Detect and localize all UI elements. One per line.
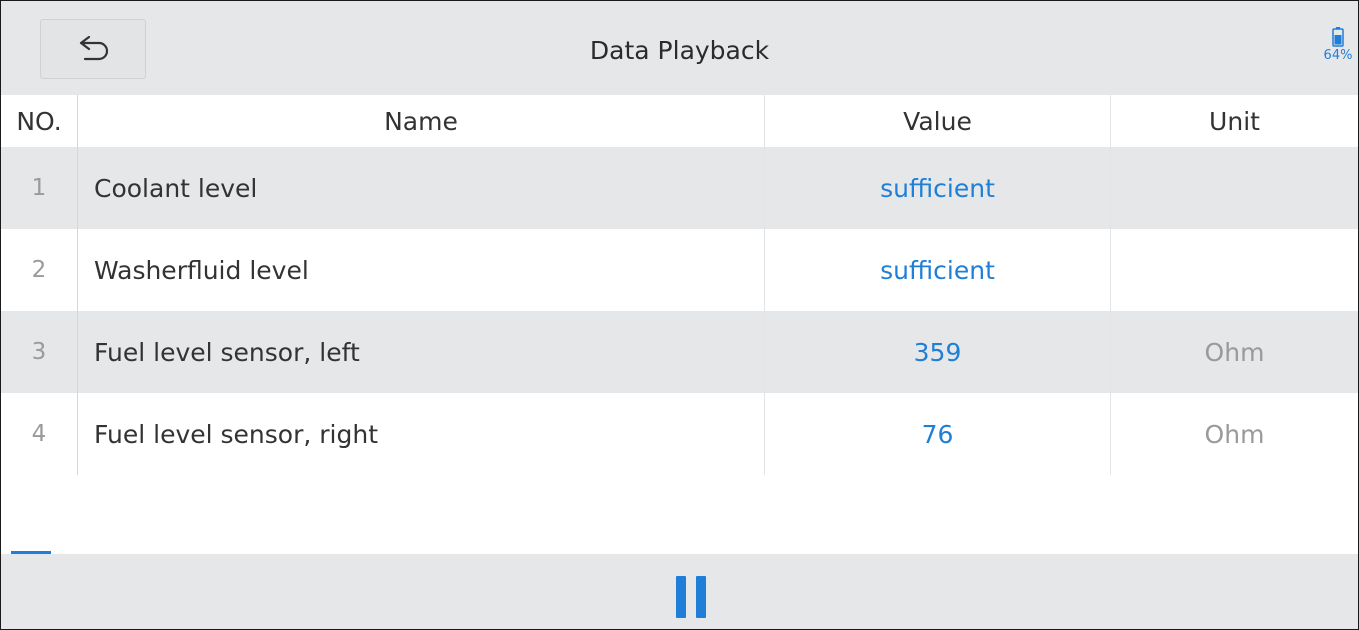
table-header: NO. Name Value Unit bbox=[1, 95, 1358, 147]
table-row[interactable]: 4 Fuel level sensor, right 76 Ohm bbox=[1, 393, 1358, 475]
column-header-name: Name bbox=[77, 95, 764, 147]
row-unit: Ohm bbox=[1110, 393, 1358, 475]
row-number: 3 bbox=[31, 339, 47, 365]
page-title: Data Playback bbox=[589, 36, 770, 65]
table-row[interactable]: 3 Fuel level sensor, left 359 Ohm bbox=[1, 311, 1358, 393]
table-row[interactable]: 1 Coolant level sufficient bbox=[1, 147, 1358, 229]
back-arrow-icon bbox=[79, 36, 109, 61]
playback-controls-bar bbox=[1, 554, 1358, 629]
title-bar: Data Playback 64% bbox=[1, 1, 1358, 95]
row-name: Fuel level sensor, left bbox=[77, 311, 764, 393]
row-value: sufficient bbox=[764, 147, 1110, 229]
column-header-unit: Unit bbox=[1110, 95, 1358, 147]
row-name: Coolant level bbox=[77, 147, 764, 229]
row-number: 1 bbox=[31, 175, 47, 201]
row-unit: Ohm bbox=[1110, 311, 1358, 393]
back-button[interactable] bbox=[40, 19, 146, 79]
table-row[interactable]: 2 Washerfluid level sufficient bbox=[1, 229, 1358, 311]
pause-button[interactable] bbox=[671, 576, 711, 618]
row-unit bbox=[1110, 229, 1358, 311]
row-unit bbox=[1110, 147, 1358, 229]
app-window: Data Playback 64% NO. Name Value Unit 1 … bbox=[0, 0, 1359, 630]
row-number: 4 bbox=[31, 421, 47, 447]
row-value: sufficient bbox=[764, 229, 1110, 311]
battery-indicator: 64% bbox=[1318, 27, 1358, 63]
row-name: Fuel level sensor, right bbox=[77, 393, 764, 475]
column-header-no: NO. bbox=[16, 106, 62, 136]
row-name: Washerfluid level bbox=[77, 229, 764, 311]
row-value: 359 bbox=[764, 311, 1110, 393]
row-number: 2 bbox=[31, 257, 47, 283]
battery-level: 64% bbox=[1323, 48, 1353, 63]
row-value: 76 bbox=[764, 393, 1110, 475]
battery-icon bbox=[1332, 27, 1344, 47]
column-header-value: Value bbox=[764, 95, 1110, 147]
